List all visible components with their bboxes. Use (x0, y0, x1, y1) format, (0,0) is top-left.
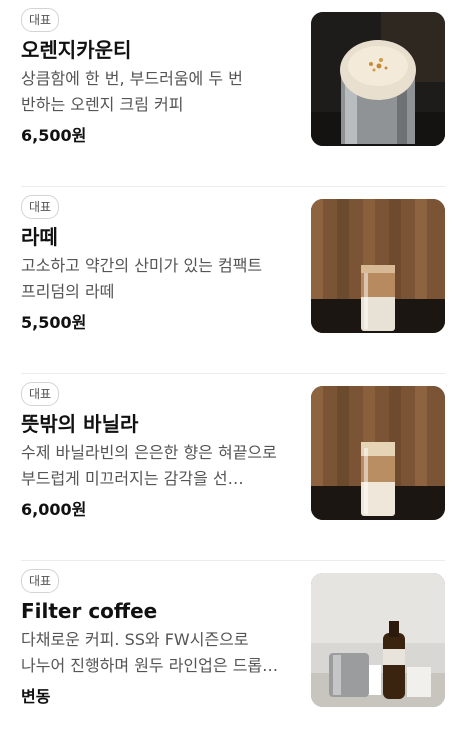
orange-cream-coffee-photo-graphic (311, 12, 445, 146)
menu-item-photo (311, 573, 445, 707)
signature-badge: 대표 (21, 195, 60, 219)
menu-item-description: 상큼함에 한 번, 부드러움에 두 번 반하는 오렌지 크림 커피 (21, 69, 243, 114)
menu-item-price: 6,000원 (21, 500, 87, 519)
menu-item-photo (311, 12, 445, 146)
latte-photo-graphic (311, 199, 445, 333)
filter-coffee-photo-graphic (311, 573, 445, 707)
menu-item-description: 수제 바닐라빈의 은은한 향은 혀끝으로 부드럽게 미끄러지는 감각을 선… (21, 443, 277, 488)
menu-item-photo (311, 386, 445, 520)
menu-item-name: 오렌지카운티 (21, 38, 132, 62)
signature-badge: 대표 (21, 8, 60, 32)
menu-item-name: 뜻밖의 바닐라 (21, 412, 139, 436)
menu-item-price: 5,500원 (21, 313, 87, 332)
menu-item-price: 6,500원 (21, 126, 87, 145)
menu-item-price: 변동 (21, 687, 51, 706)
menu-item-photo (311, 199, 445, 333)
menu-item-latte[interactable]: 대표 라떼 고소하고 약간의 산미가 있는 컴팩트 프리덤의 라떼 5,500원 (0, 187, 466, 374)
menu-item-name: Filter coffee (21, 599, 158, 623)
vanilla-latte-photo-graphic (311, 386, 445, 520)
menu-item-description: 고소하고 약간의 산미가 있는 컴팩트 프리덤의 라떼 (21, 256, 263, 301)
menu-item-filter-coffee[interactable]: 대표 Filter coffee 다채로운 커피. SS와 FW시즌으로 나누어… (0, 561, 466, 748)
signature-badge: 대표 (21, 569, 60, 593)
menu-item-description: 다채로운 커피. SS와 FW시즌으로 나누어 진행하며 원두 라인업은 드롭… (21, 630, 279, 675)
menu-item-name: 라떼 (21, 225, 58, 249)
signature-badge: 대표 (21, 382, 60, 406)
menu-list: 대표 오렌지카운티 상큼함에 한 번, 부드러움에 두 번 반하는 오렌지 크림… (0, 0, 466, 727)
menu-item-unexpected-vanilla[interactable]: 대표 뜻밖의 바닐라 수제 바닐라빈의 은은한 향은 혀끝으로 부드럽게 미끄러… (0, 374, 466, 561)
menu-item-orange-county[interactable]: 대표 오렌지카운티 상큼함에 한 번, 부드러움에 두 번 반하는 오렌지 크림… (0, 0, 466, 187)
